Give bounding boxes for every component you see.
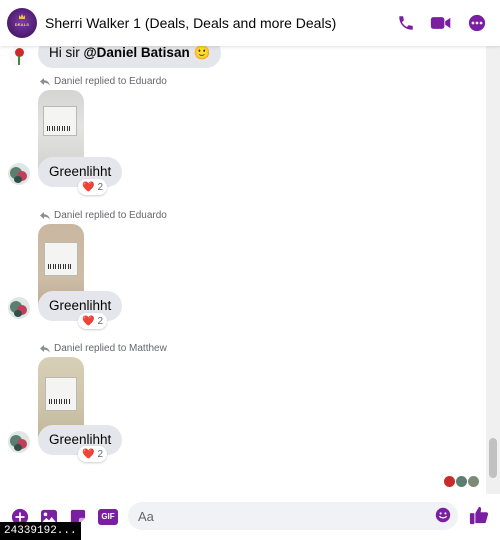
reaction-count: 2 bbox=[97, 448, 104, 460]
avatar-logo-text: DEALS bbox=[14, 22, 30, 27]
mention-link[interactable]: @Daniel Batisan bbox=[84, 46, 190, 60]
sender-avatar[interactable] bbox=[8, 297, 30, 319]
group-avatar[interactable]: DEALS bbox=[7, 8, 37, 38]
reply-note: Daniel replied to Eduardo bbox=[40, 76, 167, 87]
crown-icon bbox=[19, 14, 25, 19]
reply-note: Daniel replied to Matthew bbox=[40, 343, 167, 354]
message-text: Greenlihht bbox=[49, 432, 112, 447]
smile-emoji: 🙂 bbox=[193, 46, 211, 60]
message-list[interactable]: Hi sir @Daniel Batisan 🙂 Daniel replied … bbox=[0, 46, 486, 494]
reply-note-text: Daniel replied to Eduardo bbox=[54, 210, 167, 221]
emoji-icon[interactable] bbox=[435, 507, 453, 525]
like-icon[interactable] bbox=[468, 504, 490, 526]
reply-arrow-icon bbox=[40, 211, 50, 220]
sender-avatar[interactable] bbox=[8, 431, 30, 453]
heart-icon: ❤️ bbox=[82, 315, 95, 327]
reply-note: Daniel replied to Eduardo bbox=[40, 210, 167, 221]
reply-note-text: Daniel replied to Matthew bbox=[54, 343, 167, 354]
reaction-badge[interactable]: ❤️ 2 bbox=[78, 313, 108, 329]
message-input-box[interactable] bbox=[128, 502, 458, 530]
message-text: Greenlihht bbox=[49, 164, 112, 179]
conversation-header: DEALS Sherri Walker 1 (Deals, Deals and … bbox=[0, 0, 500, 46]
gif-label: GIF bbox=[98, 509, 118, 525]
sender-avatar[interactable] bbox=[9, 46, 29, 66]
seen-by-avatars[interactable] bbox=[444, 476, 479, 488]
reaction-badge[interactable]: ❤️ 2 bbox=[78, 446, 108, 462]
seen-avatar bbox=[468, 476, 479, 487]
seen-avatar bbox=[444, 476, 455, 487]
reaction-count: 2 bbox=[97, 315, 104, 327]
message-bubble[interactable]: Hi sir @Daniel Batisan 🙂 bbox=[38, 46, 222, 68]
message-text: Hi sir bbox=[49, 46, 84, 60]
reply-arrow-icon bbox=[40, 344, 50, 353]
reply-arrow-icon bbox=[40, 77, 50, 86]
video-call-icon[interactable] bbox=[430, 12, 452, 34]
reaction-count: 2 bbox=[97, 181, 104, 193]
conversation-title[interactable]: Sherri Walker 1 (Deals, Deals and more D… bbox=[45, 15, 336, 31]
message-input[interactable] bbox=[128, 502, 418, 530]
reply-note-text: Daniel replied to Eduardo bbox=[54, 76, 167, 87]
id-tag: 24339192... bbox=[0, 522, 81, 540]
heart-icon: ❤️ bbox=[82, 448, 95, 460]
message-text: Greenlihht bbox=[49, 298, 112, 313]
seen-avatar bbox=[456, 476, 467, 487]
gif-icon[interactable]: GIF bbox=[97, 507, 119, 527]
scrollbar-thumb[interactable] bbox=[489, 438, 497, 478]
heart-icon: ❤️ bbox=[82, 181, 95, 193]
sender-avatar[interactable] bbox=[8, 163, 30, 185]
reaction-badge[interactable]: ❤️ 2 bbox=[78, 179, 108, 195]
scrollbar[interactable] bbox=[486, 46, 500, 494]
more-options-icon[interactable] bbox=[466, 12, 488, 34]
phone-icon[interactable] bbox=[395, 12, 417, 34]
